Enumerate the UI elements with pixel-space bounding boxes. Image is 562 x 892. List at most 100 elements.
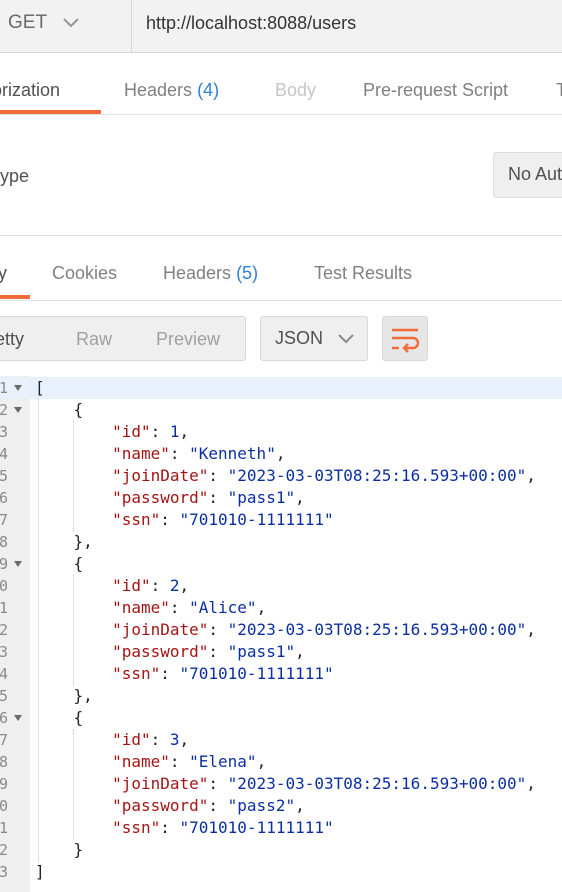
- tab-label: Headers: [124, 80, 193, 100]
- line-number: 5: [0, 467, 8, 485]
- line-number: 8: [0, 753, 8, 771]
- line-number: 7: [0, 511, 8, 529]
- chevron-down-icon: [63, 18, 79, 28]
- line-number: 1: [0, 819, 8, 837]
- code-line: 4 "name": "Kenneth",: [0, 443, 562, 465]
- url-input[interactable]: http://localhost:8088/users: [146, 11, 356, 35]
- wrap-lines-button[interactable]: [382, 316, 428, 361]
- line-number: 5: [0, 687, 8, 705]
- line-number: 6: [0, 709, 8, 727]
- format-label: JSON: [275, 328, 324, 348]
- line-number: 3: [0, 643, 8, 661]
- code-text: {: [35, 554, 84, 573]
- line-number: 2: [0, 841, 8, 859]
- tab-tests[interactable]: T: [556, 79, 562, 101]
- line-number: 0: [0, 577, 8, 595]
- response-toolbar: etty Raw Preview JSON: [0, 301, 562, 376]
- tab-authorization[interactable]: horization: [0, 79, 60, 101]
- tab-label: T: [556, 80, 562, 100]
- auth-type-value: No Aut: [508, 164, 562, 184]
- line-number: 0: [0, 797, 8, 815]
- code-text: "ssn": "701010-1111111": [112, 818, 334, 837]
- line-number: 1: [0, 379, 8, 397]
- code-text: {: [35, 400, 84, 419]
- headers-count: (5): [236, 263, 259, 283]
- line-number: 7: [0, 731, 8, 749]
- code-text: "id": 1,: [112, 422, 190, 441]
- code-line: 6 "password": "pass1",: [0, 487, 562, 509]
- request-tabs: horization Headers (4) Body Pre-request …: [0, 53, 562, 115]
- format-dropdown[interactable]: JSON: [260, 316, 368, 361]
- fold-toggle-icon[interactable]: [14, 561, 22, 567]
- code-line: 1[: [0, 377, 562, 399]
- code-text: "password": "pass1",: [112, 642, 305, 661]
- auth-type-select[interactable]: No Aut: [493, 152, 562, 198]
- code-text: "name": "Alice",: [112, 598, 267, 617]
- code-line: 2 {: [0, 399, 562, 421]
- code-text: "password": "pass1",: [112, 488, 305, 507]
- line-number: 9: [0, 775, 8, 793]
- line-number: 8: [0, 533, 8, 551]
- tab-test-results[interactable]: Test Results: [314, 262, 412, 284]
- code-line: 6 {: [0, 707, 562, 729]
- code-line: 0 "password": "pass2",: [0, 795, 562, 817]
- code-line: 2 "joinDate": "2023-03-03T08:25:16.593+0…: [0, 619, 562, 641]
- tab-pre-request-script[interactable]: Pre-request Script: [363, 79, 508, 101]
- tab-response-headers[interactable]: Headers (5): [163, 262, 258, 284]
- method-label: GET: [8, 12, 48, 33]
- tab-label: y: [0, 263, 7, 283]
- tab-cookies[interactable]: Cookies: [52, 262, 117, 284]
- code-text: "id": 3,: [112, 730, 190, 749]
- code-line: 5 "joinDate": "2023-03-03T08:25:16.593+0…: [0, 465, 562, 487]
- indent-guide: [38, 399, 39, 861]
- tab-label: Headers: [163, 263, 232, 283]
- fold-toggle-icon[interactable]: [14, 407, 22, 413]
- line-number: 4: [0, 445, 8, 463]
- line-number: 4: [0, 665, 8, 683]
- code-text: },: [35, 686, 93, 705]
- fold-toggle-icon[interactable]: [14, 385, 22, 391]
- code-line: 0 "id": 2,: [0, 575, 562, 597]
- code-line: 3 "id": 1,: [0, 421, 562, 443]
- tab-label: Cookies: [52, 263, 118, 283]
- method-dropdown[interactable]: GET: [0, 0, 132, 52]
- tab-headers[interactable]: Headers (4): [124, 79, 219, 101]
- line-number: 1: [0, 599, 8, 617]
- response-tabs: y Cookies Headers (5) Test Results: [0, 236, 562, 301]
- headers-count: (4): [197, 80, 220, 100]
- view-mode-raw[interactable]: Raw: [76, 328, 112, 350]
- line-number: 9: [0, 555, 8, 573]
- code-text: "ssn": "701010-1111111": [112, 664, 334, 683]
- code-line: 7 "id": 3,: [0, 729, 562, 751]
- fold-toggle-icon[interactable]: [14, 715, 22, 721]
- wrap-lines-icon: [392, 328, 420, 353]
- code-text: },: [35, 532, 93, 551]
- active-tab-indicator: [0, 110, 101, 114]
- auth-type-label: ype: [0, 166, 30, 186]
- code-text: ]: [35, 862, 45, 881]
- tab-body[interactable]: Body: [275, 79, 316, 101]
- code-text: "joinDate": "2023-03-03T08:25:16.593+00:…: [112, 620, 536, 639]
- indent-guide: [73, 575, 74, 685]
- tab-response-body[interactable]: y: [0, 262, 7, 284]
- indent-guide: [73, 729, 74, 839]
- code-line: 7 "ssn": "701010-1111111": [0, 509, 562, 531]
- code-line: 3 "password": "pass1",: [0, 641, 562, 663]
- code-line: 8 },: [0, 531, 562, 553]
- response-body-viewer[interactable]: 1[2 {3 "id": 1, 4 "name": "Kenneth", 5 "jo…: [0, 376, 562, 892]
- code-line: 4 "ssn": "701010-1111111": [0, 663, 562, 685]
- line-number: 2: [0, 401, 8, 419]
- active-tab-indicator: [0, 295, 30, 299]
- tab-label: horization: [0, 80, 61, 100]
- line-number: 6: [0, 489, 8, 507]
- line-number: 3: [0, 423, 8, 441]
- view-mode-preview[interactable]: Preview: [156, 328, 220, 350]
- code-text: "joinDate": "2023-03-03T08:25:16.593+00:…: [112, 774, 536, 793]
- request-url-bar: GET http://localhost:8088/users: [0, 0, 562, 53]
- tab-label: Test Results: [314, 263, 413, 283]
- code-line: 5 },: [0, 685, 562, 707]
- code-text: "ssn": "701010-1111111": [112, 510, 334, 529]
- code-line: 1 "ssn": "701010-1111111": [0, 817, 562, 839]
- view-mode-pretty[interactable]: etty: [0, 328, 24, 350]
- auth-type-row: ype No Aut: [0, 115, 562, 236]
